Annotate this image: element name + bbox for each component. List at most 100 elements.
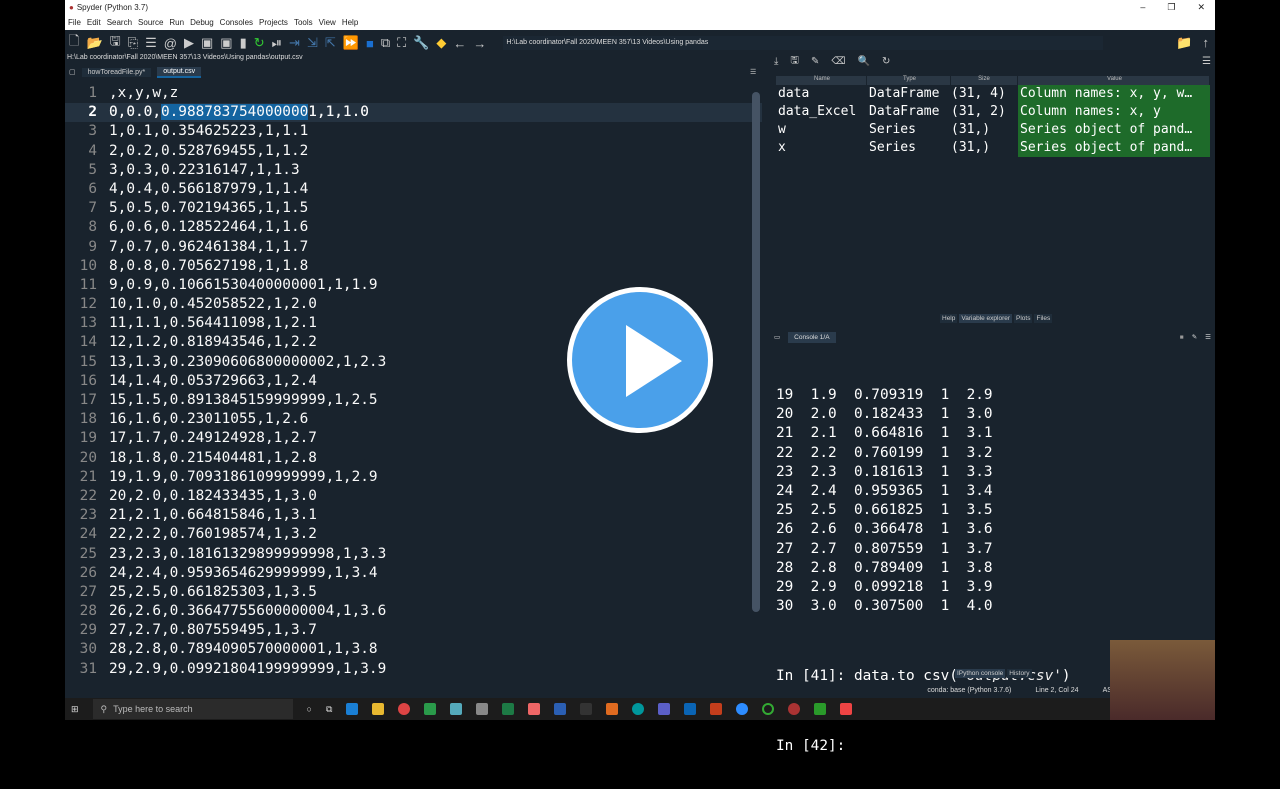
step-into-icon[interactable]: ⇲ — [307, 35, 318, 51]
taskbar-search[interactable]: ⚲ Type here to search — [92, 699, 293, 719]
save-data-icon[interactable]: 🖫 — [790, 53, 799, 70]
app-icon[interactable] — [476, 703, 489, 715]
tab-files[interactable]: Files — [1034, 314, 1053, 323]
menu-consoles[interactable]: Consoles — [220, 18, 253, 27]
editor-scrollbar[interactable] — [752, 92, 760, 612]
editor-line[interactable]: 1 ,x,y,w,z — [65, 84, 762, 103]
working-directory-field[interactable]: H:\Lab coordinator\Fall 2020\MEEN 357\13… — [503, 36, 1104, 50]
edge-icon[interactable] — [346, 703, 359, 715]
tab-ipython-console[interactable]: IPython console — [955, 669, 1006, 678]
at-icon[interactable]: @ — [164, 36, 177, 51]
list-icon[interactable]: ☰ — [145, 35, 157, 51]
editor-line[interactable]: 22 20,2.0,0.182433435,1,3.0 — [65, 487, 762, 506]
app-green-icon[interactable] — [424, 703, 437, 715]
editor-line[interactable]: 23 21,2.1,0.664815846,1,3.1 — [65, 506, 762, 525]
editor-line[interactable]: 3 1,0.1,0.354625223,1,1.1 — [65, 122, 762, 141]
app-dark-icon[interactable] — [580, 703, 593, 715]
save-all-icon[interactable]: ⎘ — [128, 35, 138, 51]
stop-icon[interactable]: ■ — [366, 36, 374, 51]
forward-arrow-icon[interactable]: → — [473, 36, 486, 51]
editor-line[interactable]: 9 7,0.7,0.962461384,1,1.7 — [65, 238, 762, 257]
run-cell-icon[interactable]: ▣ — [201, 35, 213, 51]
zoom-icon[interactable] — [736, 703, 749, 715]
editor-line[interactable]: 29 27,2.7,0.807559495,1,3.7 — [65, 621, 762, 640]
menu-view[interactable]: View — [319, 18, 336, 27]
tab-history[interactable]: History — [1007, 669, 1032, 678]
tab-help[interactable]: Help — [940, 314, 958, 323]
powerpoint-icon[interactable] — [710, 703, 723, 715]
console-options-icon[interactable]: ☰ — [1205, 333, 1215, 341]
editor-line[interactable]: 2 0,0.0,0.9887837540000001,1,1.00,0.0,0.9… — [65, 103, 762, 123]
editor-line[interactable]: 10 8,0.8,0.705627198,1,1.8 — [65, 257, 762, 276]
ipython-console[interactable]: ▭ Console 1/A ■ ✎ ☰ 19 1.9 0.709319 1 2.… — [770, 330, 1215, 754]
tab-plots[interactable]: Plots — [1014, 314, 1033, 323]
firefox-icon[interactable] — [528, 703, 541, 715]
python-path-icon[interactable]: ◆ — [436, 35, 446, 51]
cortana-icon[interactable]: ○ — [307, 704, 312, 714]
browse-tabs-icon[interactable]: ▢ — [69, 68, 76, 76]
run-selection-icon[interactable]: ▮ — [240, 35, 247, 51]
refresh-icon[interactable]: ↻ — [882, 56, 890, 67]
clear-console-icon[interactable]: ✎ — [1192, 333, 1197, 341]
arduino-icon[interactable] — [632, 703, 645, 715]
chrome-icon[interactable] — [398, 703, 411, 715]
maximize-pane-icon[interactable]: ⧉ — [381, 35, 390, 51]
teams-icon[interactable] — [658, 703, 671, 715]
windows-start-icon[interactable]: ⊞ — [71, 704, 79, 715]
header-name[interactable]: Name — [776, 76, 867, 85]
pane-options-icon[interactable]: ☰ — [1202, 56, 1215, 67]
open-file-icon[interactable]: 📂 — [86, 35, 102, 51]
menu-run[interactable]: Run — [169, 18, 184, 27]
editor-line[interactable]: 19 17,1.7,0.249124928,1,2.7 — [65, 429, 762, 448]
new-file-icon[interactable]: 🗋 — [69, 32, 79, 54]
debug-icon[interactable]: ⏯ — [272, 35, 282, 51]
play-button[interactable] — [567, 287, 713, 433]
editor-line[interactable]: 31 29,2.9,0.09921804199999999,1,3.9 — [65, 660, 762, 678]
editor-line[interactable]: 5 3,0.3,0.22316147,1,1.3 — [65, 161, 762, 180]
editor-line[interactable]: 27 25,2.5,0.661825303,1,3.5 — [65, 583, 762, 602]
tab-howtoreadfile[interactable]: howToreadFile.py* — [81, 67, 152, 77]
menu-debug[interactable]: Debug — [190, 18, 214, 27]
save-as-icon[interactable]: ✎ — [811, 56, 819, 67]
step-icon[interactable]: ⇥ — [289, 35, 300, 51]
editor-line[interactable]: 26 24,2.4,0.9593654629999999,1,3.4 — [65, 564, 762, 583]
app-orange-icon[interactable] — [840, 703, 853, 715]
camtasia-icon[interactable] — [814, 703, 827, 715]
app-blue-icon[interactable] — [450, 703, 463, 715]
variable-row[interactable]: data_Excel DataFrame (31, 2) Column names: … — [776, 103, 1210, 121]
browse-folder-icon[interactable]: 📁 — [1176, 35, 1192, 51]
minimize-button[interactable]: – — [1140, 2, 1145, 13]
tab-variable-explorer[interactable]: Variable explorer — [959, 314, 1013, 323]
maximize-button[interactable]: ❐ — [1167, 2, 1175, 13]
back-arrow-icon[interactable]: ← — [453, 36, 466, 51]
menu-source[interactable]: Source — [138, 18, 163, 27]
console-browse-icon[interactable]: ▭ — [774, 333, 780, 341]
excel-icon[interactable] — [502, 703, 515, 715]
variable-row[interactable]: w Series (31,) Series object of pand… — [776, 121, 1210, 139]
tab-console-1a[interactable]: Console 1/A — [788, 331, 836, 343]
editor-line[interactable]: 30 28,2.8,0.7894090570000001,1,3.8 — [65, 640, 762, 659]
fullscreen-icon[interactable]: ⛶ — [397, 35, 406, 51]
header-value[interactable]: Value — [1018, 76, 1210, 85]
run-cell-advance-icon[interactable]: ▣ — [220, 35, 232, 51]
task-view-icon[interactable]: ⧉ — [326, 704, 332, 715]
rerun-icon[interactable]: ↻ — [254, 35, 265, 51]
editor-line[interactable]: 28 26,2.6,0.36647755600000004,1,3.6 — [65, 602, 762, 621]
parent-dir-icon[interactable]: ↑ — [1203, 35, 1210, 51]
editor-line[interactable]: 24 22,2.2,0.760198574,1,3.2 — [65, 525, 762, 544]
menu-edit[interactable]: Edit — [87, 18, 101, 27]
menu-search[interactable]: Search — [107, 18, 132, 27]
wrench-icon[interactable]: 🔧 — [413, 35, 429, 51]
save-icon[interactable]: 🖫 — [110, 32, 121, 54]
eraser-icon[interactable]: ⌫ — [831, 56, 845, 67]
run-icon[interactable]: ▶ — [184, 35, 194, 51]
editor-options-icon[interactable]: ☰ — [750, 68, 756, 76]
menu-projects[interactable]: Projects — [259, 18, 288, 27]
editor-line[interactable]: 25 23,2.3,0.18161329899999998,1,3.3 — [65, 545, 762, 564]
matlab-icon[interactable] — [606, 703, 619, 715]
file-explorer-icon[interactable] — [372, 703, 385, 715]
word-icon[interactable] — [554, 703, 567, 715]
console-input-42[interactable]: In [42]: — [776, 737, 1071, 756]
editor-line[interactable]: 4 2,0.2,0.528769455,1,1.2 — [65, 142, 762, 161]
menu-tools[interactable]: Tools — [294, 18, 313, 27]
